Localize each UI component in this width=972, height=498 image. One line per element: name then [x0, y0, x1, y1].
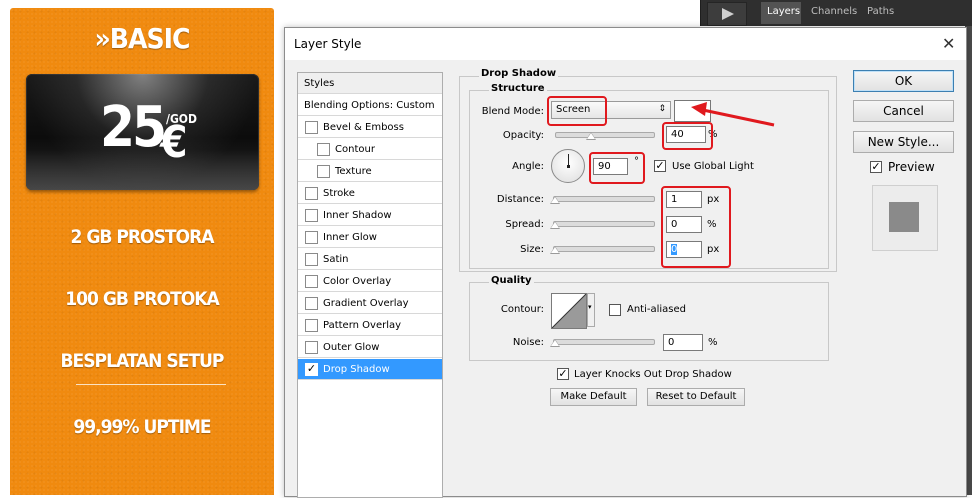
dialog-title: Layer Style	[294, 37, 362, 51]
checkbox[interactable]	[305, 187, 318, 200]
checkbox[interactable]	[305, 297, 318, 310]
feature-uptime: 99,99% UPTIME	[73, 416, 211, 438]
play-button[interactable]	[707, 2, 747, 26]
effect-texture[interactable]: Texture	[298, 161, 442, 182]
quality-group	[469, 282, 829, 361]
effect-satin[interactable]: Satin	[298, 249, 442, 270]
section-title: Drop Shadow	[479, 68, 559, 79]
preview-thumbnail	[872, 185, 938, 251]
styles-list: Styles Blending Options: Custom Bevel & …	[297, 72, 443, 498]
spread-label: Spread:	[505, 219, 544, 230]
use-global-light-checkbox[interactable]: ✓	[654, 160, 666, 172]
checkbox-checked[interactable]: ✓	[305, 363, 318, 376]
close-icon[interactable]: ✕	[942, 34, 955, 53]
panel-header: Layers Channels Paths	[700, 0, 972, 26]
feature-setup: BESPLATAN SETUP	[60, 350, 225, 372]
highlight-blend-mode	[547, 96, 607, 126]
size-slider[interactable]	[553, 246, 655, 252]
effect-drop-shadow[interactable]: ✓ Drop Shadow	[298, 359, 442, 380]
distance-label: Distance:	[496, 194, 544, 205]
contour-label: Contour:	[500, 304, 544, 315]
highlight-angle	[589, 152, 645, 184]
noise-slider[interactable]	[553, 339, 655, 345]
effect-pattern-overlay[interactable]: Pattern Overlay	[298, 315, 442, 336]
noise-input[interactable]: 0	[663, 334, 703, 351]
noise-unit: %	[708, 337, 718, 348]
preview-checkbox[interactable]: ✓	[870, 161, 882, 173]
checkbox[interactable]	[317, 143, 330, 156]
effect-gradient-overlay[interactable]: Gradient Overlay	[298, 293, 442, 314]
title-bar: Layer Style ✕	[285, 28, 966, 60]
checkbox[interactable]	[317, 165, 330, 178]
tab-layers[interactable]: Layers	[767, 6, 800, 17]
feature-divider	[76, 384, 226, 385]
play-icon	[722, 8, 734, 20]
effect-inner-shadow[interactable]: Inner Shadow	[298, 205, 442, 226]
size-label: Size:	[520, 244, 544, 255]
ok-button[interactable]: OK	[853, 70, 954, 92]
knock-out-checkbox[interactable]: ✓	[557, 368, 569, 380]
price-period: /GOD	[166, 112, 197, 126]
price-currency: €	[160, 117, 188, 168]
spread-slider-thumb[interactable]	[550, 221, 560, 229]
feature-storage: 2 GB PROSTORA	[70, 226, 215, 248]
opacity-slider[interactable]	[555, 132, 655, 138]
checkbox[interactable]	[305, 319, 318, 332]
anti-aliased-label: Anti-aliased	[627, 304, 687, 315]
price-box: 25 € /GOD	[26, 74, 259, 190]
make-default-button[interactable]: Make Default	[550, 388, 637, 406]
select-arrows-icon: ⇕	[658, 104, 666, 114]
cancel-button[interactable]: Cancel	[853, 100, 954, 122]
effect-contour[interactable]: Contour	[298, 139, 442, 160]
knock-out-label: Layer Knocks Out Drop Shadow	[574, 369, 732, 380]
checkbox[interactable]	[305, 253, 318, 266]
structure-title: Structure	[489, 83, 547, 94]
feature-bandwidth: 100 GB PROTOKA	[65, 288, 220, 310]
angle-label: Angle:	[512, 161, 544, 172]
angle-dial[interactable]	[551, 149, 585, 183]
annotation-arrow-icon	[691, 102, 775, 127]
contour-curve-icon	[551, 293, 587, 329]
layer-style-dialog: Layer Style ✕ Styles Blending Options: C…	[284, 27, 967, 498]
checkbox[interactable]	[305, 275, 318, 288]
tab-paths[interactable]: Paths	[867, 6, 894, 17]
effect-bevel-emboss[interactable]: Bevel & Emboss	[298, 117, 442, 138]
checkbox[interactable]	[305, 341, 318, 354]
effect-color-overlay[interactable]: Color Overlay	[298, 271, 442, 292]
reset-to-default-button[interactable]: Reset to Default	[647, 388, 745, 406]
contour-dropdown[interactable]: ▾	[587, 293, 595, 327]
pricing-card: »BASIC 25 € /GOD 2 GB PROSTORA 100 GB PR…	[10, 8, 274, 495]
checkbox[interactable]	[305, 209, 318, 222]
preview-label: Preview	[888, 160, 935, 174]
effect-stroke[interactable]: Stroke	[298, 183, 442, 204]
price-amount: 25	[100, 95, 167, 160]
highlight-distance-spread-size	[661, 186, 731, 268]
preview-swatch	[889, 202, 919, 232]
anti-aliased-checkbox[interactable]	[609, 304, 621, 316]
quality-title: Quality	[489, 275, 534, 286]
opacity-slider-thumb[interactable]	[586, 132, 596, 140]
distance-slider-thumb[interactable]	[550, 196, 560, 204]
distance-slider[interactable]	[553, 196, 655, 202]
plan-name: »BASIC	[94, 22, 191, 55]
contour-preview[interactable]	[551, 293, 587, 329]
tab-channels[interactable]: Channels	[811, 6, 857, 17]
blending-options-item[interactable]: Blending Options: Custom	[298, 95, 442, 116]
opacity-label: Opacity:	[502, 130, 544, 141]
effect-outer-glow[interactable]: Outer Glow	[298, 337, 442, 358]
checkbox[interactable]	[305, 121, 318, 134]
use-global-light-label: Use Global Light	[672, 161, 754, 172]
noise-label: Noise:	[512, 337, 544, 348]
blend-mode-label: Blend Mode:	[481, 106, 544, 117]
noise-slider-thumb[interactable]	[550, 339, 560, 347]
styles-header[interactable]: Styles	[298, 73, 442, 94]
checkbox[interactable]	[305, 231, 318, 244]
new-style-button[interactable]: New Style...	[853, 131, 954, 153]
dropdown-arrow-icon: ▾	[588, 303, 592, 311]
effect-inner-glow[interactable]: Inner Glow	[298, 227, 442, 248]
size-slider-thumb[interactable]	[550, 246, 560, 254]
spread-slider[interactable]	[553, 221, 655, 227]
